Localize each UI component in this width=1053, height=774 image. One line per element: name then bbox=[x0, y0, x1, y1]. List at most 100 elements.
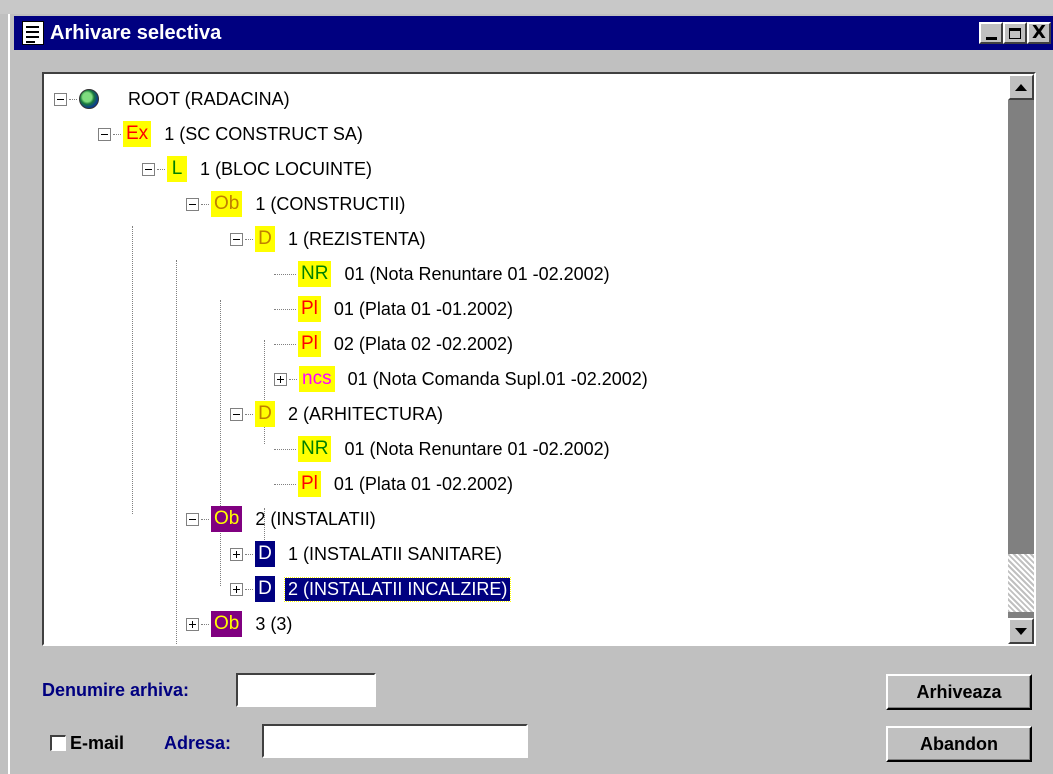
tree-node-label[interactable]: 2 (INSTALATII) bbox=[252, 508, 378, 531]
tree-node-ob3[interactable]: Ob 3 (3) bbox=[186, 609, 295, 639]
tree-node-nr1[interactable]: NR 01 (Nota Renuntare 01 -02.2002) bbox=[274, 259, 613, 289]
tree-node-d4[interactable]: D 2 (INSTALATII INCALZIRE) bbox=[230, 574, 512, 604]
tree-connector bbox=[245, 413, 253, 415]
tree-guide-line bbox=[176, 260, 177, 644]
node-type-badge-nr: NR bbox=[298, 436, 332, 462]
arrow-down-icon bbox=[1015, 627, 1027, 635]
expand-icon[interactable] bbox=[230, 547, 243, 561]
tree-node-ncs1[interactable]: ncs 01 (Nota Comanda Supl.01 -02.2002) bbox=[274, 364, 651, 394]
scroll-down-button[interactable] bbox=[1008, 618, 1034, 644]
email-checkbox[interactable] bbox=[50, 735, 66, 751]
archive-button[interactable]: Arhiveaza bbox=[886, 674, 1032, 710]
close-button[interactable]: X bbox=[1027, 22, 1051, 44]
tree-connector bbox=[201, 623, 209, 625]
tree-guide-line bbox=[220, 300, 221, 586]
email-checkbox-label: E-mail bbox=[70, 733, 125, 753]
archive-tree-view[interactable]: ROOT (RADACINA) Ex 1 (SC CONSTRUCT SA) L 1 (… bbox=[42, 72, 1036, 646]
tree-connector bbox=[113, 133, 121, 135]
tree-node-pl3[interactable]: Pl 01 (Plata 01 -02.2002) bbox=[274, 469, 516, 499]
collapse-icon[interactable] bbox=[230, 407, 243, 421]
node-type-badge-pl: Pl bbox=[298, 471, 321, 497]
tree-node-ex[interactable]: Ex 1 (SC CONSTRUCT SA) bbox=[98, 119, 366, 149]
tree-connector bbox=[245, 238, 253, 240]
expand-icon[interactable] bbox=[186, 617, 199, 631]
expand-icon[interactable] bbox=[230, 582, 243, 596]
tree-guide-line bbox=[132, 226, 133, 514]
tree-node-nr2[interactable]: NR 01 (Nota Renuntare 01 -02.2002) bbox=[274, 434, 613, 464]
cancel-button[interactable]: Abandon bbox=[886, 726, 1032, 762]
tree-node-label[interactable]: 01 (Nota Renuntare 01 -02.2002) bbox=[341, 263, 612, 286]
address-label: Adresa: bbox=[164, 733, 232, 753]
minimize-button[interactable] bbox=[979, 22, 1003, 44]
tree-node-label[interactable]: 1 (BLOC LOCUINTE) bbox=[197, 158, 375, 181]
tree-connector bbox=[201, 518, 209, 520]
node-type-badge-d: D bbox=[255, 576, 275, 602]
minimize-icon bbox=[985, 36, 997, 40]
tree-node-pl1[interactable]: Pl 01 (Plata 01 -01.2002) bbox=[274, 294, 516, 324]
node-type-badge-pl: Pl bbox=[298, 331, 321, 357]
collapse-icon[interactable] bbox=[230, 232, 243, 246]
tree-node-l[interactable]: L 1 (BLOC LOCUINTE) bbox=[142, 154, 375, 184]
tree-node-label[interactable]: 01 (Nota Comanda Supl.01 -02.2002) bbox=[345, 368, 651, 391]
tree-node-label[interactable]: ROOT (RADACINA) bbox=[125, 88, 293, 111]
archive-name-label: Denumire arhiva: bbox=[42, 680, 190, 700]
tree-connector bbox=[157, 168, 165, 170]
node-type-badge-d: D bbox=[255, 401, 275, 427]
tree-node-label[interactable]: 1 (CONSTRUCTII) bbox=[252, 193, 408, 216]
maximize-icon bbox=[1009, 27, 1021, 39]
node-type-badge-nr: NR bbox=[298, 261, 332, 287]
expand-icon[interactable] bbox=[274, 372, 287, 386]
collapse-icon[interactable] bbox=[186, 512, 199, 526]
email-address-input[interactable] bbox=[262, 724, 528, 758]
node-type-badge-ncs: ncs bbox=[299, 366, 335, 392]
tree-node-pl2[interactable]: Pl 02 (Plata 02 -02.2002) bbox=[274, 329, 516, 359]
tree-node-d1[interactable]: D 1 (REZISTENTA) bbox=[230, 224, 429, 254]
scrollbar-thumb[interactable] bbox=[1008, 554, 1034, 612]
collapse-icon[interactable] bbox=[98, 127, 111, 141]
globe-icon bbox=[79, 89, 99, 109]
tree-connector bbox=[274, 273, 296, 275]
tree-connector bbox=[274, 343, 296, 345]
tree-connector bbox=[245, 588, 253, 590]
tree-content: ROOT (RADACINA) Ex 1 (SC CONSTRUCT SA) L 1 (… bbox=[44, 74, 1010, 644]
tree-node-ob1[interactable]: Ob 1 (CONSTRUCTII) bbox=[186, 189, 408, 219]
window-title: Arhivare selectiva bbox=[50, 21, 222, 44]
tree-node-label[interactable]: 1 (SC CONSTRUCT SA) bbox=[161, 123, 366, 146]
archive-name-input[interactable] bbox=[236, 673, 376, 707]
tree-connector bbox=[245, 553, 253, 555]
tree-node-d2[interactable]: D 2 (ARHITECTURA) bbox=[230, 399, 446, 429]
tree-connector bbox=[289, 378, 297, 380]
tree-connector bbox=[274, 483, 296, 485]
node-type-badge-ob: Ob bbox=[211, 191, 243, 217]
tree-node-label[interactable]: 2 (INSTALATII INCALZIRE) bbox=[283, 576, 512, 602]
tree-node-label[interactable]: 2 (ARHITECTURA) bbox=[285, 403, 446, 426]
tree-node-label[interactable]: 02 (Plata 02 -02.2002) bbox=[331, 333, 516, 356]
node-type-badge-ob: Ob bbox=[211, 611, 243, 637]
close-icon: X bbox=[1032, 22, 1046, 43]
tree-node-label[interactable]: 01 (Plata 01 -02.2002) bbox=[331, 473, 516, 496]
arrow-up-icon bbox=[1015, 83, 1027, 91]
tree-node-label[interactable]: 1 (REZISTENTA) bbox=[285, 228, 429, 251]
tree-connector bbox=[201, 203, 209, 205]
collapse-icon[interactable] bbox=[54, 92, 67, 106]
desktop-background bbox=[0, 0, 1053, 14]
tree-node-label[interactable]: 01 (Plata 01 -01.2002) bbox=[331, 298, 516, 321]
tree-node-label[interactable]: 1 (INSTALATII SANITARE) bbox=[285, 543, 505, 566]
collapse-icon[interactable] bbox=[186, 197, 199, 211]
tree-connector bbox=[274, 448, 296, 450]
tree-connector bbox=[274, 308, 296, 310]
node-type-badge-d: D bbox=[255, 541, 275, 567]
scroll-up-button[interactable] bbox=[1008, 74, 1034, 100]
title-bar[interactable]: Arhivare selectiva X bbox=[14, 16, 1053, 50]
tree-node-d3[interactable]: D 1 (INSTALATII SANITARE) bbox=[230, 539, 505, 569]
tree-node-root[interactable]: ROOT (RADACINA) bbox=[54, 84, 293, 114]
tree-connector bbox=[69, 98, 77, 100]
maximize-button[interactable] bbox=[1003, 22, 1027, 44]
tree-node-ob2[interactable]: Ob 2 (INSTALATII) bbox=[186, 504, 379, 534]
tree-node-label[interactable]: 3 (3) bbox=[252, 613, 295, 636]
collapse-icon[interactable] bbox=[142, 162, 155, 176]
node-type-badge-d: D bbox=[255, 226, 275, 252]
vertical-scrollbar[interactable] bbox=[1008, 74, 1034, 644]
node-type-badge-l: L bbox=[167, 156, 187, 182]
tree-node-label[interactable]: 01 (Nota Renuntare 01 -02.2002) bbox=[341, 438, 612, 461]
